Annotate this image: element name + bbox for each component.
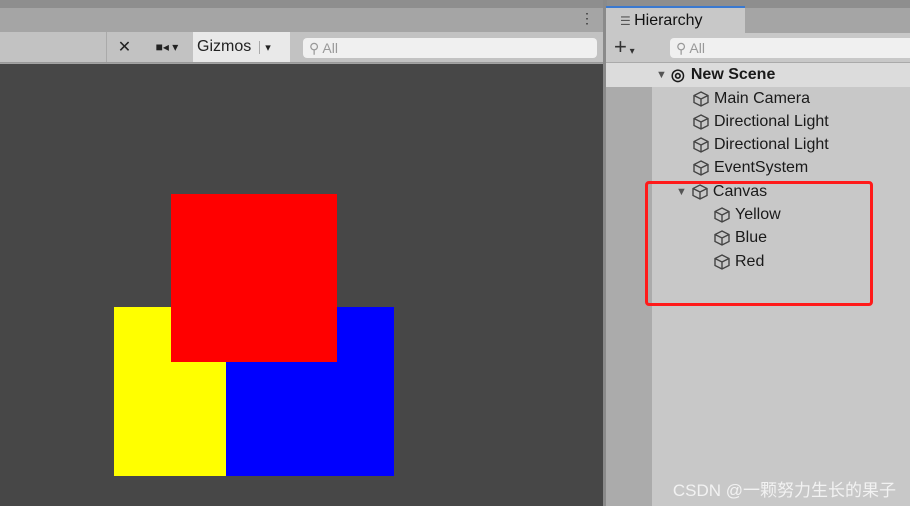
- item-label: Main Camera: [714, 89, 811, 107]
- scene-tab-bar: ⋮: [0, 8, 603, 32]
- item-label: Directional Light: [714, 136, 829, 154]
- scene-search-input[interactable]: ⚲ All: [303, 38, 597, 58]
- gizmos-dropdown-icon[interactable]: ▾: [259, 40, 271, 54]
- tab-hierarchy-label: Hierarchy: [634, 12, 703, 29]
- hierarchy-search-input[interactable]: ⚲ All: [670, 38, 910, 58]
- top-bar: [0, 0, 910, 8]
- search-placeholder: All: [689, 40, 705, 56]
- gameobject-cube-icon: [693, 114, 709, 130]
- hierarchy-item[interactable]: EventSystem: [692, 157, 808, 180]
- hierarchy-tab-strip: [745, 8, 910, 33]
- gameobject-cube-icon: [693, 160, 709, 177]
- add-button[interactable]: + ▾: [614, 34, 635, 60]
- camera-icon[interactable]: ■◂ ▾: [142, 32, 192, 62]
- red-image[interactable]: [171, 194, 337, 362]
- kebab-menu-icon[interactable]: ⋮: [580, 10, 594, 27]
- highlight-box: [645, 181, 873, 306]
- hierarchy-item[interactable]: Main Camera: [692, 87, 810, 110]
- item-label: Directional Light: [714, 112, 829, 130]
- watermark: CSDN @一颗努力生长的果子: [672, 481, 896, 500]
- tab-hierarchy[interactable]: ☰ Hierarchy: [606, 6, 745, 33]
- unity-scene-icon: ◎: [670, 67, 685, 84]
- scene-view[interactable]: [0, 64, 603, 506]
- gizmos-label: Gizmos: [197, 38, 252, 55]
- hierarchy-item[interactable]: Directional Light: [692, 110, 829, 133]
- gameobject-cube-icon: [693, 137, 709, 153]
- item-label: EventSystem: [714, 159, 809, 177]
- tools-icon[interactable]: ✕: [106, 32, 142, 62]
- gameobject-cube-icon: [693, 90, 709, 107]
- expand-arrow-icon[interactable]: ▼: [656, 69, 667, 81]
- search-placeholder: All: [322, 40, 338, 56]
- scene-row[interactable]: ▼ ◎ New Scene: [606, 63, 910, 87]
- scene-name: New Scene: [690, 66, 776, 83]
- gizmos-button[interactable]: Gizmos ▾: [193, 32, 290, 62]
- hierarchy-item[interactable]: Directional Light: [692, 134, 829, 157]
